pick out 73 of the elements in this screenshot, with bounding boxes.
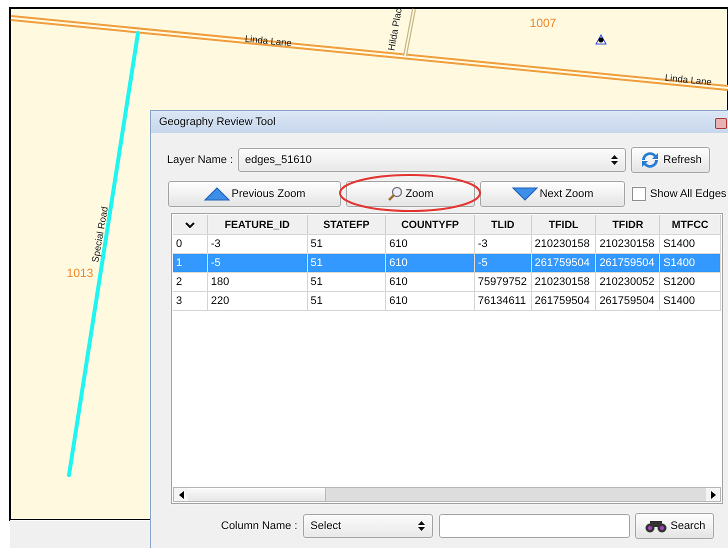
show-all-edges-checkbox[interactable]: Show All Edges (632, 187, 726, 201)
table-cell: 210230158 (532, 235, 596, 253)
table-row[interactable]: 3 220 51 610 76134611 261759504 261759504 S1400 (173, 292, 721, 311)
column-header[interactable]: TLID (474, 215, 532, 234)
column-header[interactable]: FEATURE_ID (208, 215, 308, 234)
zoom-button[interactable]: Zoom (346, 181, 475, 207)
point-marker-icon (595, 34, 607, 44)
scrollbar-thumb[interactable] (188, 488, 326, 501)
column-header[interactable]: MTFCC (660, 215, 722, 234)
table-cell: S1400 (660, 235, 721, 253)
table-cell: 610 (386, 235, 475, 253)
previous-zoom-button[interactable]: Previous Zoom (168, 181, 341, 207)
table-cell: S1400 (660, 254, 721, 272)
road-label: Linda Lane (664, 72, 712, 88)
table-cell: 610 (386, 273, 475, 291)
road-label: Special Road (90, 206, 111, 264)
search-icon (387, 186, 404, 202)
scroll-left-icon[interactable] (174, 488, 188, 501)
column-header[interactable]: STATEFP (308, 215, 386, 234)
table-cell: 75979752 (474, 273, 532, 291)
table-cell: 51 (308, 235, 386, 253)
table-cell: 51 (308, 254, 386, 272)
table-cell: 210230158 (596, 235, 660, 253)
search-input-field[interactable] (439, 514, 630, 538)
column-header[interactable]: TFIDL (532, 215, 596, 234)
layer-dropdown[interactable]: edges_51610 (238, 148, 626, 172)
window-title: Geography Review Tool (159, 116, 276, 128)
table-cell: 610 (386, 254, 475, 272)
close-button[interactable] (715, 118, 727, 129)
updown-arrows-icon (610, 154, 620, 166)
table-cell: 261759504 (596, 292, 660, 310)
column-header[interactable]: TFIDR (596, 215, 660, 234)
table-cell: 261759504 (532, 254, 596, 272)
table-cell: 76134611 (474, 292, 532, 310)
table-cell: -5 (208, 254, 308, 272)
row-index: 0 (173, 235, 208, 253)
map-scrollbar[interactable] (10, 520, 150, 548)
scroll-right-icon[interactable] (706, 488, 720, 501)
caret-icon (184, 222, 195, 228)
road-label: Hilda Plac (386, 8, 405, 52)
refresh-button[interactable]: Refresh (631, 147, 710, 173)
column-name-label: Column Name : (221, 520, 298, 532)
next-zoom-button[interactable]: Next Zoom (480, 181, 625, 207)
table-row[interactable]: 2 180 51 610 75979752 210230158 210230052 S1200 (173, 273, 721, 292)
horizontal-scrollbar[interactable] (173, 487, 721, 502)
binoculars-icon (644, 519, 668, 533)
table-cell: 261759504 (596, 254, 660, 272)
table-cell: 210230052 (596, 273, 660, 291)
up-triangle-icon (204, 187, 230, 201)
table-cell: 180 (208, 273, 308, 291)
row-index: 1 (173, 254, 208, 272)
row-index: 2 (173, 273, 208, 291)
table-cell: 51 (308, 273, 386, 291)
table-cell: S1200 (660, 273, 721, 291)
table-cell: 610 (386, 292, 475, 310)
row-index: 3 (173, 292, 208, 310)
table-cell: 261759504 (532, 292, 596, 310)
column-header[interactable]: COUNTYFP (386, 215, 475, 234)
down-triangle-icon (512, 187, 538, 201)
updown-arrows-icon (417, 520, 426, 532)
search-button[interactable]: Search (635, 513, 714, 539)
table-cell: 210230158 (532, 273, 596, 291)
table-cell: S1400 (660, 292, 721, 310)
layer-name-label: Layer Name : (167, 154, 234, 166)
column-dropdown[interactable]: Select (303, 514, 434, 538)
road-label: Linda Lane (244, 34, 292, 50)
table-cell: -3 (474, 235, 532, 253)
block-number-label: 1007 (530, 16, 556, 30)
table-cell: -3 (208, 235, 308, 253)
table-cell: -5 (474, 254, 532, 272)
table-cell: 220 (208, 292, 308, 310)
block-number-label: 1013 (66, 266, 94, 280)
table-cell: 51 (308, 292, 386, 310)
